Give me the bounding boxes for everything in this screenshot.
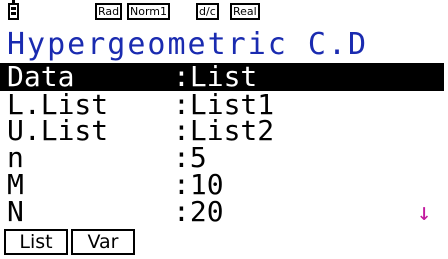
f1-list-button[interactable]: List [4, 229, 68, 255]
scroll-down-icon: ↓ [417, 198, 432, 226]
f2-var-button[interactable]: Var [71, 229, 135, 255]
angle-mode-indicator: Rad [95, 3, 123, 20]
row-population-n[interactable]: N :20 [7, 198, 437, 226]
page-title: Hypergeometric C.D [7, 27, 369, 62]
status-bar: Rad Norm1 d/c Real [0, 0, 448, 24]
row-data[interactable]: Data :List [0, 63, 444, 91]
battery-icon [8, 0, 19, 20]
row-label: N [7, 195, 24, 228]
row-upper-list[interactable]: U.List :List2 [7, 117, 437, 145]
complex-mode-indicator: Real [230, 3, 260, 20]
row-value: :20 [173, 195, 224, 228]
row-label: Data [7, 60, 75, 93]
row-value: :List [173, 60, 258, 93]
display-mode-indicator: Norm1 [127, 3, 171, 20]
fraction-mode-indicator: d/c [196, 3, 219, 20]
